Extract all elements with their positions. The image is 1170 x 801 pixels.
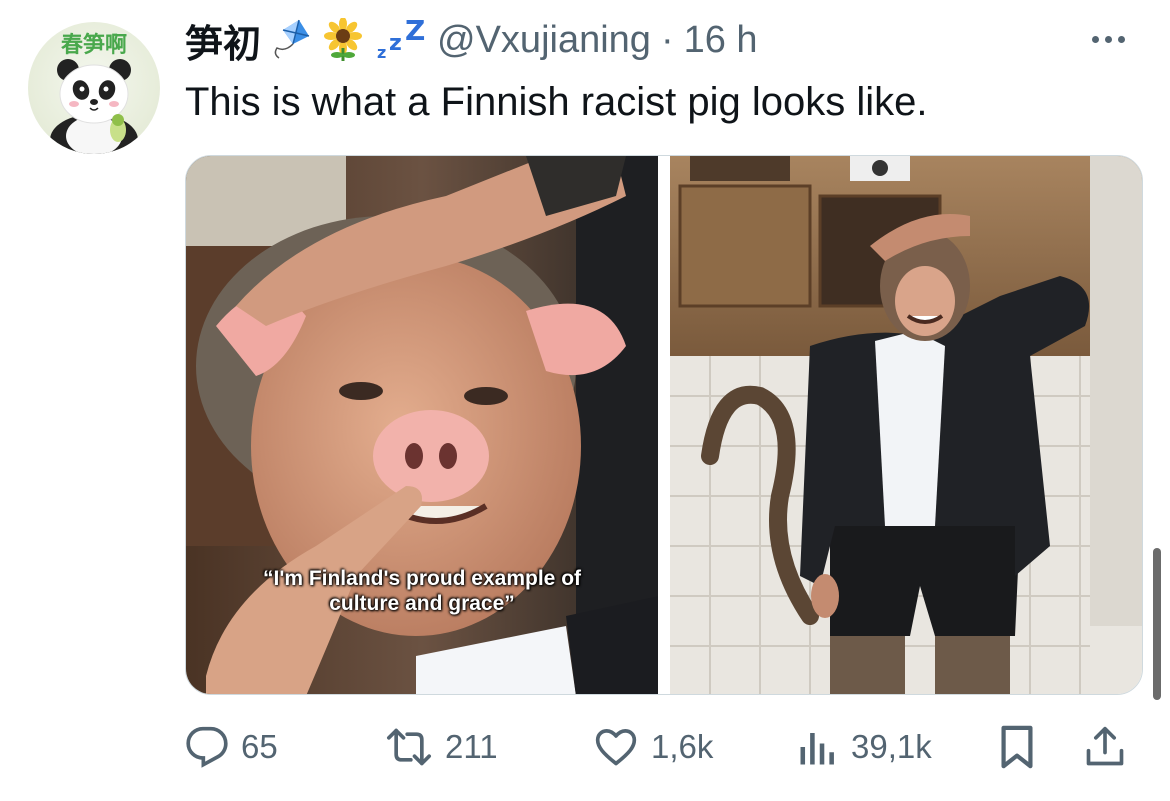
photo-pig-selfie[interactable]: “I'm Finland's proud example of culture … [186,156,658,694]
panda-avatar-icon: 春笋啊 [50,32,138,154]
repost-button[interactable]: 211 [385,720,498,774]
bookmark-button[interactable] [997,720,1037,774]
heart-icon [593,725,639,769]
svg-text:Z: Z [405,18,425,47]
svg-text:z: z [377,43,386,62]
like-count: 1,6k [651,728,714,765]
repost-icon [385,725,433,769]
display-name[interactable]: 笋初 [185,13,261,68]
repost-count: 211 [445,728,498,765]
like-button[interactable]: 1,6k [593,720,713,774]
tweet-header: 笋初 z z Z @Vxujianing · 16 h [185,14,758,66]
share-button[interactable] [1083,720,1127,774]
reply-icon [185,725,229,769]
timestamp[interactable]: 16 h [684,19,758,62]
sunflower-emoji-icon [321,18,365,62]
tweet-text: This is what a Finnish racist pig looks … [185,80,928,124]
user-handle[interactable]: @Vxujianing [437,19,651,62]
views-button[interactable]: 39,1k [797,720,932,774]
bookmark-icon [997,724,1037,770]
scrollbar[interactable] [1153,548,1161,700]
reply-count: 65 [241,728,278,765]
more-options-icon[interactable] [1092,24,1125,54]
video-caption: “I'm Finland's proud example of culture … [262,567,582,615]
analytics-icon [797,725,839,769]
separator-dot: · [660,18,674,61]
svg-text:z: z [389,31,402,56]
photo-monkey-costume[interactable] [670,156,1142,694]
tweet-actions: 65 211 1,6k 39,1k [185,720,1143,774]
zzz-emoji-icon: z z Z [375,18,427,62]
share-icon [1083,724,1127,770]
svg-text:春笋啊: 春笋啊 [61,32,127,58]
media-grid: “I'm Finland's proud example of culture … [185,155,1143,695]
kite-emoji-icon [271,18,311,62]
avatar[interactable]: 春笋啊 [28,22,160,154]
views-count: 39,1k [851,728,932,765]
reply-button[interactable]: 65 [185,720,278,774]
